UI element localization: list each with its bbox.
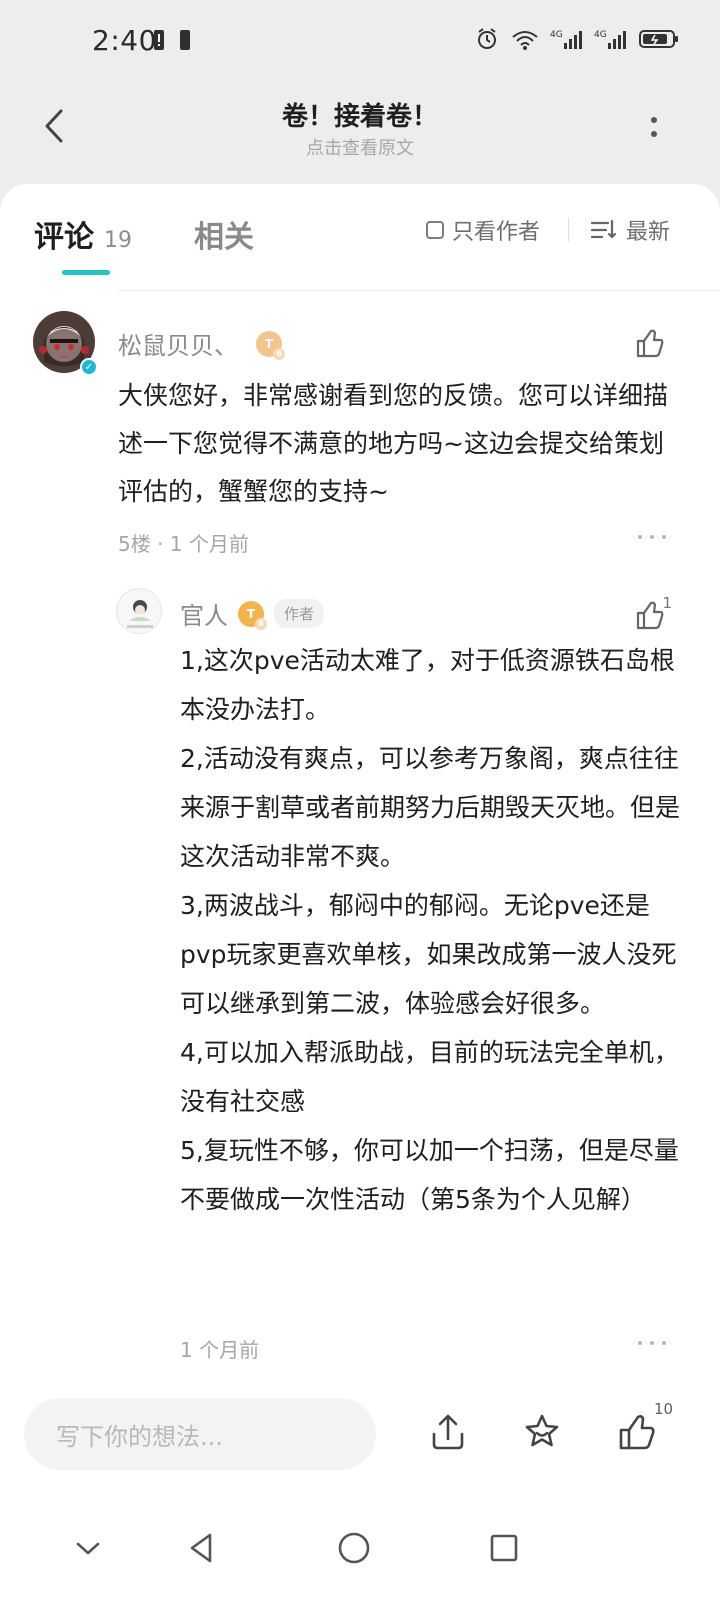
wifi-icon [510,27,540,55]
alarm-icon [474,26,500,56]
battery-saver-icon [178,28,192,56]
more-dot-icon [662,535,666,539]
checkbox-icon[interactable] [426,221,444,239]
status-bar: 2:40 4G 4G [0,0,720,80]
filter-divider [568,218,569,242]
favorite-button[interactable] [518,1408,566,1456]
comment-author-name[interactable]: 松鼠贝贝、 [118,326,238,361]
tab-comments-count: 19 [104,228,132,253]
avatar[interactable]: ✓ [32,310,98,376]
tab-active-indicator [62,270,110,275]
header: 卷！接着卷！ 点击查看原文 [0,80,720,184]
share-button[interactable] [424,1408,472,1456]
more-dot-icon [662,1341,666,1345]
like-button[interactable] [632,326,666,360]
more-dot-icon [651,131,657,137]
more-dot-icon [650,535,654,539]
signal-4g-icon-2: 4G [594,27,628,55]
svg-text:4G: 4G [550,30,563,40]
view-original-link[interactable]: 点击查看原文 [0,134,720,160]
status-right-icons: 4G 4G [474,26,680,56]
sort-latest[interactable]: 最新 [590,214,670,246]
reply-paragraph: 4,可以加入帮派助战，目前的玩法完全单机，没有社交感 [180,1038,679,1116]
avatar-icon [118,590,161,633]
page-title: 卷！接着卷！ [281,102,438,132]
battery-icon [638,27,680,55]
more-options-button[interactable] [644,104,664,150]
like-button[interactable] [612,1408,660,1456]
comment-more-button[interactable] [638,534,666,540]
comment-input[interactable]: 写下你的想法... [24,1398,376,1470]
back-triangle-icon [190,1533,212,1563]
tab-comments-label: 评论 [34,220,94,255]
thumb-up-icon [619,1415,655,1450]
reply-text: 1,这次pve活动太难了，对于低资源铁石岛根本没办法打。 2,活动没有爽点，可以… [180,636,680,1224]
level-badge-icon: T 8 [238,600,267,630]
avatar[interactable] [116,588,162,634]
status-left-icons [152,28,192,56]
more-dot-icon [650,1341,654,1345]
favorite-icon [525,1414,559,1447]
content-card: 评论 19 相关 只看作者 最新 ✓ 松鼠贝贝、 T 6 大侠您好，非常感谢看到… [0,184,720,1402]
reply-like-count: 1 [662,594,672,612]
home-circle-icon [338,1532,370,1564]
nav-down-button[interactable] [68,1528,108,1568]
nav-recent-button[interactable] [484,1528,524,1568]
comment-text: 大侠您好，非常感谢看到您的反馈。您可以详细描述一下您觉得不满意的地方吗~这边会提… [118,381,669,506]
reply-paragraph: 2,活动没有爽点，可以参考万象阁，爽点往往来源于割草或者前期努力后期毁天灭地。但… [180,744,681,871]
tab-related[interactable]: 相关 [194,212,254,256]
more-dot-icon [651,117,657,123]
nav-home-button[interactable] [334,1528,374,1568]
reply-paragraph: 5,复玩性不够，你可以加一个扫荡，但是尽量不要做成一次性活动（第5条为个人见解） [180,1136,679,1214]
like-count: 10 [654,1400,674,1418]
comment-author-row: 松鼠贝贝、 T 6 [118,326,285,361]
more-dot-icon [638,535,642,539]
reply-meta: 1 个月前 [180,1338,260,1362]
reply-more-button[interactable] [638,1340,666,1346]
comment-tabs: 评论 19 相关 只看作者 最新 [0,184,720,294]
filter-author-label: 只看作者 [452,220,541,245]
recent-square-icon [490,1534,518,1562]
thumb-up-icon [636,601,664,630]
reply-author-row: 官人 T 8 作者 [180,596,325,631]
author-tag: 作者 [274,599,325,628]
reply-like-button[interactable] [632,598,666,632]
share-icon [432,1414,464,1450]
sort-label: 最新 [626,220,671,245]
verified-badge-icon: ✓ [80,358,98,376]
more-dot-icon [638,1341,642,1345]
comment-meta: 5楼 · 1 个月前 [118,532,249,556]
bottom-comment-bar: 写下你的想法... 10 [0,1376,720,1496]
filter-author-only[interactable]: 只看作者 [426,214,540,246]
reply-paragraph: 1,这次pve活动太难了，对于低资源铁石岛根本没办法打。 [180,646,675,724]
tab-comments[interactable]: 评论 19 [34,212,132,256]
thumb-up-icon [636,329,664,358]
sort-icon [590,219,617,239]
status-time: 2:40 [92,24,157,57]
nav-back-button[interactable] [182,1528,222,1568]
svg-text:4G: 4G [594,30,607,40]
reply-paragraph: 3,两波战斗，郁闷中的郁闷。无论pve还是pvp玩家更喜欢单核，如果改成第一波人… [180,891,677,1018]
signal-4g-icon: 4G [550,27,584,55]
level-badge-icon: T 6 [256,330,285,360]
reply-author-name[interactable]: 官人 [180,596,228,631]
chevron-down-icon [76,1542,100,1555]
alert-icon [152,28,166,56]
system-nav-bar [0,1496,720,1600]
section-divider [118,290,720,291]
